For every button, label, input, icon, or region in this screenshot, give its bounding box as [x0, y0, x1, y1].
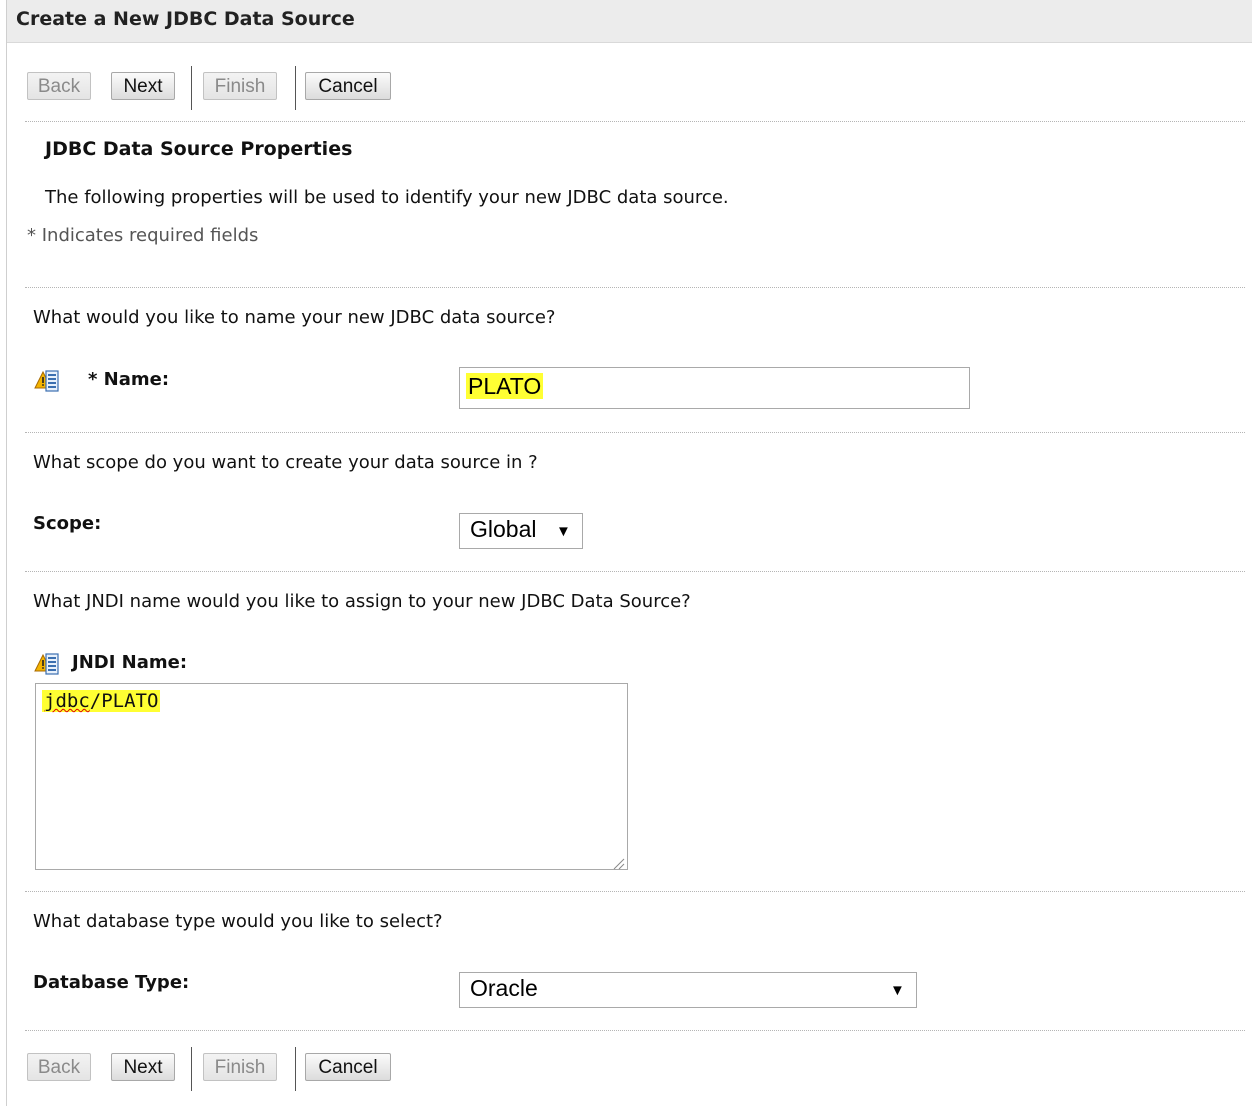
name-question: What would you like to name your new JDB…	[33, 307, 556, 328]
scope-select[interactable]: Global ▼	[459, 513, 583, 549]
name-input-value: PLATO	[466, 373, 544, 399]
left-border	[6, 0, 7, 1106]
button-separator	[295, 1047, 296, 1091]
finish-button[interactable]: Finish	[203, 1053, 277, 1081]
title-bar: Create a New JDBC Data Source	[7, 0, 1252, 43]
button-separator	[295, 66, 296, 110]
scope-question: What scope do you want to create your da…	[33, 452, 538, 473]
resize-grip-icon[interactable]	[611, 853, 625, 870]
section-intro: The following properties will be used to…	[45, 187, 729, 208]
chevron-down-icon: ▼	[556, 523, 571, 540]
db-type-selected-value: Oracle	[470, 975, 538, 1001]
chevron-down-icon: ▼	[890, 982, 905, 999]
next-button[interactable]: Next	[111, 1053, 175, 1081]
jndi-label: JNDI Name:	[72, 652, 188, 673]
finish-button[interactable]: Finish	[203, 72, 277, 100]
db-type-question: What database type would you like to sel…	[33, 911, 443, 932]
divider	[25, 121, 1245, 122]
back-button[interactable]: Back	[27, 72, 91, 100]
bottom-button-bar: Back Next Finish Cancel	[27, 1047, 427, 1091]
cancel-button[interactable]: Cancel	[305, 1053, 391, 1081]
scope-selected-value: Global	[470, 516, 537, 542]
divider	[25, 571, 1245, 572]
top-button-bar: Back Next Finish Cancel	[27, 66, 427, 110]
button-separator	[191, 66, 192, 110]
section-title: JDBC Data Source Properties	[45, 138, 353, 160]
page-title: Create a New JDBC Data Source	[16, 8, 355, 30]
db-type-label: Database Type:	[33, 972, 190, 993]
divider	[25, 432, 1245, 433]
info-warning-icon	[34, 369, 60, 395]
jndi-value-prefix: jdbc	[44, 690, 90, 712]
name-input[interactable]: PLATO	[459, 367, 970, 409]
jndi-question: What JNDI name would you like to assign …	[33, 591, 691, 612]
cancel-button[interactable]: Cancel	[305, 72, 391, 100]
info-warning-icon	[34, 652, 60, 678]
required-fields-note: * Indicates required fields	[27, 225, 259, 246]
scope-label: Scope:	[33, 513, 102, 534]
button-separator	[191, 1047, 192, 1091]
divider	[25, 287, 1245, 288]
jndi-value-suffix: /PLATO	[89, 690, 159, 712]
divider	[25, 891, 1245, 892]
divider	[25, 1030, 1245, 1031]
jndi-value: jdbc/PLATO	[42, 690, 161, 712]
jndi-textarea[interactable]: jdbc/PLATO	[35, 683, 628, 870]
back-button[interactable]: Back	[27, 1053, 91, 1081]
name-label: * Name:	[88, 369, 170, 390]
db-type-select[interactable]: Oracle ▼	[459, 972, 917, 1008]
next-button[interactable]: Next	[111, 72, 175, 100]
